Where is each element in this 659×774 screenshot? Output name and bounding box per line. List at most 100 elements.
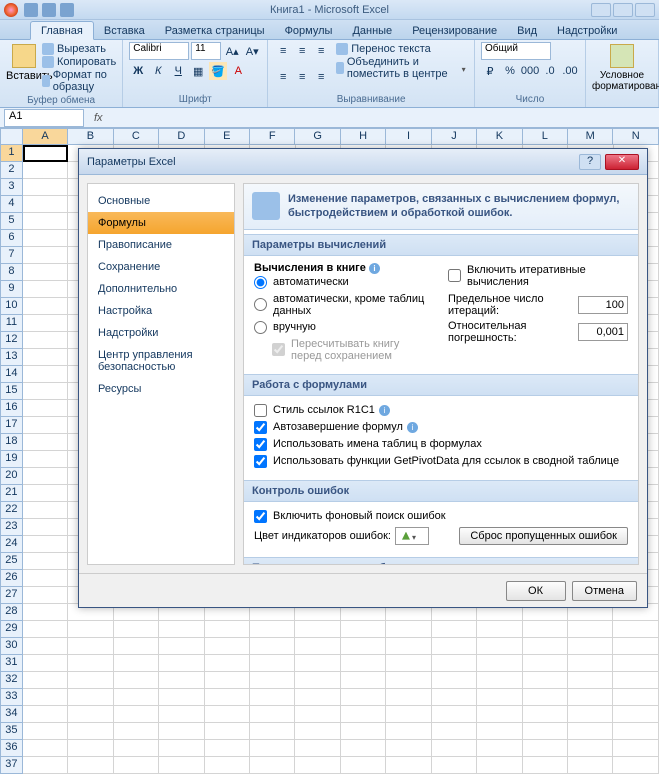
cell[interactable]: [477, 621, 522, 638]
cell[interactable]: [432, 723, 477, 740]
cell[interactable]: [68, 638, 113, 655]
cell[interactable]: [568, 757, 613, 774]
cell[interactable]: [295, 638, 340, 655]
cell[interactable]: [250, 655, 295, 672]
name-box[interactable]: A1: [4, 109, 84, 127]
cell[interactable]: [205, 706, 250, 723]
cell[interactable]: [250, 638, 295, 655]
cell[interactable]: [23, 672, 68, 689]
row-header[interactable]: 22: [0, 502, 23, 519]
row-header[interactable]: 32: [0, 672, 23, 689]
autocomplete-checkbox[interactable]: [254, 421, 267, 434]
currency-button[interactable]: ₽: [481, 62, 499, 80]
cell[interactable]: [23, 757, 68, 774]
cell[interactable]: [523, 689, 568, 706]
cell[interactable]: [523, 638, 568, 655]
row-header[interactable]: 1: [0, 145, 23, 162]
cell[interactable]: [295, 621, 340, 638]
row-header[interactable]: 25: [0, 553, 23, 570]
select-all-corner[interactable]: [0, 128, 23, 145]
iter-checkbox[interactable]: [448, 269, 461, 282]
cell[interactable]: [432, 740, 477, 757]
cell[interactable]: [523, 740, 568, 757]
cell[interactable]: [477, 655, 522, 672]
cell[interactable]: [250, 672, 295, 689]
cell[interactable]: [159, 757, 204, 774]
col-header[interactable]: K: [477, 128, 522, 145]
cell[interactable]: [341, 740, 386, 757]
cell[interactable]: [159, 723, 204, 740]
align-top-button[interactable]: ≡: [274, 42, 292, 60]
row-header[interactable]: 7: [0, 247, 23, 264]
row-header[interactable]: 15: [0, 383, 23, 400]
row-header[interactable]: 35: [0, 723, 23, 740]
cell[interactable]: [341, 706, 386, 723]
row-header[interactable]: 11: [0, 315, 23, 332]
cell[interactable]: [159, 740, 204, 757]
cell[interactable]: [568, 672, 613, 689]
row-header[interactable]: 16: [0, 400, 23, 417]
cell[interactable]: [114, 723, 159, 740]
cell[interactable]: [523, 672, 568, 689]
cell[interactable]: [159, 672, 204, 689]
info-icon[interactable]: i: [407, 422, 418, 433]
cell[interactable]: [23, 740, 68, 757]
size-select[interactable]: 11: [191, 42, 221, 60]
cell[interactable]: [295, 740, 340, 757]
col-header[interactable]: D: [159, 128, 204, 145]
cell[interactable]: [477, 757, 522, 774]
cell[interactable]: [295, 757, 340, 774]
cell[interactable]: [568, 655, 613, 672]
r1c1-checkbox[interactable]: [254, 404, 267, 417]
row-header[interactable]: 21: [0, 485, 23, 502]
cell[interactable]: [23, 451, 68, 468]
cell[interactable]: [23, 332, 68, 349]
cell[interactable]: [341, 621, 386, 638]
nav-addins[interactable]: Надстройки: [88, 322, 234, 344]
dialog-titlebar[interactable]: Параметры Excel ? ✕: [79, 149, 647, 175]
col-header[interactable]: H: [341, 128, 386, 145]
calc-manual-radio[interactable]: [254, 321, 267, 334]
number-format-select[interactable]: Общий: [481, 42, 551, 60]
cell[interactable]: [68, 706, 113, 723]
cell[interactable]: [68, 723, 113, 740]
align-right-button[interactable]: ≡: [312, 68, 330, 86]
cell[interactable]: [23, 281, 68, 298]
underline-button[interactable]: Ч: [169, 62, 187, 80]
redo-icon[interactable]: [60, 3, 74, 17]
row-header[interactable]: 27: [0, 587, 23, 604]
cell[interactable]: [114, 638, 159, 655]
cell[interactable]: [23, 587, 68, 604]
align-left-button[interactable]: ≡: [274, 68, 292, 86]
cell[interactable]: [613, 740, 658, 757]
italic-button[interactable]: К: [149, 62, 167, 80]
cell[interactable]: [205, 638, 250, 655]
cell[interactable]: [23, 179, 68, 196]
cell[interactable]: [159, 655, 204, 672]
nav-save[interactable]: Сохранение: [88, 256, 234, 278]
cell[interactable]: [432, 706, 477, 723]
cond-format-icon[interactable]: [610, 44, 634, 68]
font-color-button[interactable]: A: [229, 62, 247, 80]
cell[interactable]: [23, 196, 68, 213]
cell[interactable]: [386, 757, 431, 774]
row-header[interactable]: 30: [0, 638, 23, 655]
cell[interactable]: [386, 638, 431, 655]
cell[interactable]: [114, 706, 159, 723]
cell[interactable]: [68, 757, 113, 774]
cell[interactable]: [205, 689, 250, 706]
nav-advanced[interactable]: Дополнительно: [88, 278, 234, 300]
cell[interactable]: [23, 723, 68, 740]
font-select[interactable]: Calibri: [129, 42, 189, 60]
cell[interactable]: [23, 417, 68, 434]
cancel-button[interactable]: Отмена: [572, 581, 637, 601]
cell[interactable]: [568, 706, 613, 723]
cell[interactable]: [523, 757, 568, 774]
col-header[interactable]: C: [114, 128, 159, 145]
row-header[interactable]: 18: [0, 434, 23, 451]
wrap-text-button[interactable]: Перенос текста: [336, 43, 468, 55]
cell[interactable]: [205, 672, 250, 689]
row-header[interactable]: 24: [0, 536, 23, 553]
cell[interactable]: [114, 757, 159, 774]
cell[interactable]: [432, 689, 477, 706]
